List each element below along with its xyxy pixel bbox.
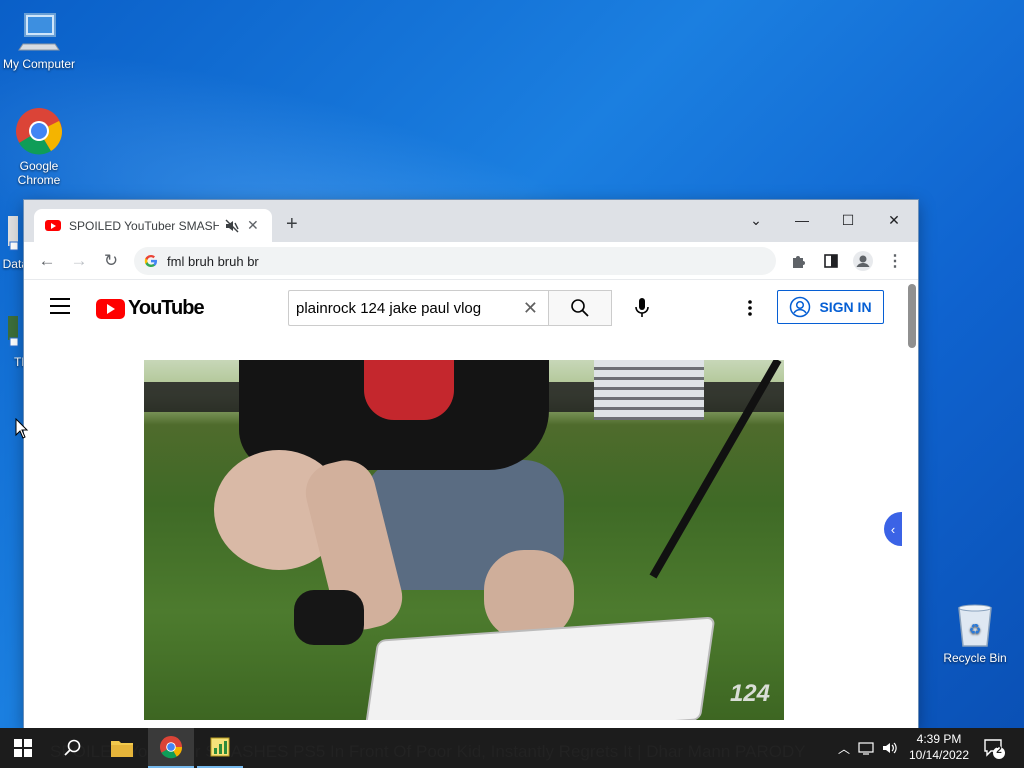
youtube-search-input[interactable]: plainrock 124 jake paul vlog ✕ <box>288 290 548 326</box>
muted-speaker-icon[interactable] <box>225 219 239 233</box>
clock-date: 10/14/2022 <box>908 748 970 762</box>
system-tray: ︿ <box>838 728 898 768</box>
desktop-icon-label: Recycle Bin <box>943 651 1007 665</box>
settings-kebab-icon[interactable] <box>740 298 760 318</box>
reload-icon[interactable]: ↻ <box>100 250 122 272</box>
address-bar[interactable]: fml bruh bruh br <box>134 247 776 275</box>
browser-menu-kebab-icon[interactable]: ⋮ <box>884 250 906 272</box>
taskbar-clock[interactable]: 4:39 PM 10/14/2022 <box>900 731 978 763</box>
close-window-button[interactable]: ✕ <box>872 206 916 234</box>
youtube-page: YouTube plainrock 124 jake paul vlog ✕ S… <box>24 280 918 728</box>
desktop-icon-recycle-bin[interactable]: ♻ Recycle Bin <box>936 602 1014 665</box>
extensions-puzzle-icon[interactable] <box>788 250 810 272</box>
video-frame-knee <box>484 550 574 640</box>
taskbar-app-chart[interactable] <box>197 728 243 768</box>
sign-in-label: SIGN IN <box>819 299 872 315</box>
network-icon[interactable] <box>858 741 874 755</box>
video-player[interactable]: 124 <box>144 360 784 720</box>
back-arrow-icon[interactable]: ← <box>36 250 58 272</box>
voice-search-button[interactable] <box>628 294 656 322</box>
minimize-button[interactable]: — <box>780 206 824 234</box>
shortcut-icon <box>8 216 19 251</box>
shortcut-icon <box>8 316 19 347</box>
chrome-window: SPOILED YouTuber SMASHES PS5 ✕ + ⌄ — ☐ ✕… <box>24 200 918 728</box>
windows-logo-icon <box>14 739 32 757</box>
tab-title: SPOILED YouTuber SMASHES PS5 <box>69 218 219 233</box>
youtube-logo-text: YouTube <box>128 297 205 319</box>
search-button[interactable] <box>548 290 612 326</box>
tab-close-icon[interactable]: ✕ <box>247 217 259 234</box>
tab-strip: SPOILED YouTuber SMASHES PS5 ✕ + ⌄ — ☐ ✕ <box>24 200 918 242</box>
youtube-favicon-icon <box>45 220 61 231</box>
notification-count-badge: 2 <box>996 745 1002 756</box>
computer-icon <box>18 13 60 51</box>
spreadsheet-app-icon <box>210 737 230 757</box>
maximize-button[interactable]: ☐ <box>826 206 870 234</box>
taskbar-chrome[interactable] <box>148 728 194 768</box>
side-panel-icon[interactable] <box>820 250 842 272</box>
sign-in-button[interactable]: SIGN IN <box>777 290 884 324</box>
taskbar-search-button[interactable] <box>50 728 96 768</box>
search-icon <box>64 739 81 756</box>
desktop-icon-my-computer[interactable]: My Computer <box>0 10 78 71</box>
mouse-cursor-icon <box>15 418 29 439</box>
page-scrollbar[interactable] <box>908 284 916 348</box>
side-panel-toggle[interactable]: ‹ <box>884 512 902 546</box>
video-watermark: 124 <box>729 680 770 707</box>
address-bar-text: fml bruh bruh br <box>167 253 259 269</box>
hamburger-menu-icon[interactable] <box>50 298 70 319</box>
desktop-icon-label: Google Chrome <box>17 159 61 187</box>
start-button[interactable] <box>0 728 46 768</box>
tab-search-button[interactable]: ⌄ <box>734 206 778 234</box>
user-circle-icon <box>790 296 811 318</box>
clear-search-icon[interactable]: ✕ <box>523 298 538 319</box>
tab-youtube[interactable]: SPOILED YouTuber SMASHES PS5 ✕ <box>34 209 272 242</box>
video-frame-ps5-console <box>364 618 714 720</box>
microphone-icon <box>635 298 649 317</box>
new-tab-button[interactable]: + <box>286 214 298 234</box>
search-input-value: plainrock 124 jake paul vlog <box>296 299 482 317</box>
video-frame-shirt-print <box>364 360 454 420</box>
youtube-play-logo-icon <box>96 298 125 319</box>
profile-avatar-icon[interactable] <box>852 250 874 272</box>
clock-time: 4:39 PM <box>916 732 962 746</box>
svg-text:♻: ♻ <box>969 622 982 638</box>
video-frame-shoe <box>294 590 364 645</box>
video-frame-stairs <box>594 360 704 420</box>
chrome-icon <box>16 108 63 155</box>
recycle-bin-icon: ♻ <box>958 604 992 647</box>
show-hidden-icons-chevron-icon[interactable]: ︿ <box>838 740 850 757</box>
search-icon <box>571 299 589 317</box>
action-center-button[interactable]: 2 <box>982 736 1006 760</box>
volume-icon[interactable] <box>882 741 898 755</box>
youtube-logo[interactable]: YouTube <box>96 297 205 320</box>
youtube-header: YouTube plainrock 124 jake paul vlog ✕ S… <box>24 280 904 336</box>
desktop-icon-google-chrome[interactable]: Google Chrome <box>0 106 78 187</box>
browser-toolbar: ← → ↻ fml bruh bruh br ⋮ <box>24 242 918 280</box>
google-g-icon <box>144 255 157 267</box>
taskbar-file-explorer[interactable] <box>99 728 145 768</box>
forward-arrow-icon[interactable]: → <box>68 250 90 272</box>
desktop-icon-label: My Computer <box>2 57 76 71</box>
folder-icon <box>111 741 133 757</box>
chrome-icon <box>159 735 183 759</box>
